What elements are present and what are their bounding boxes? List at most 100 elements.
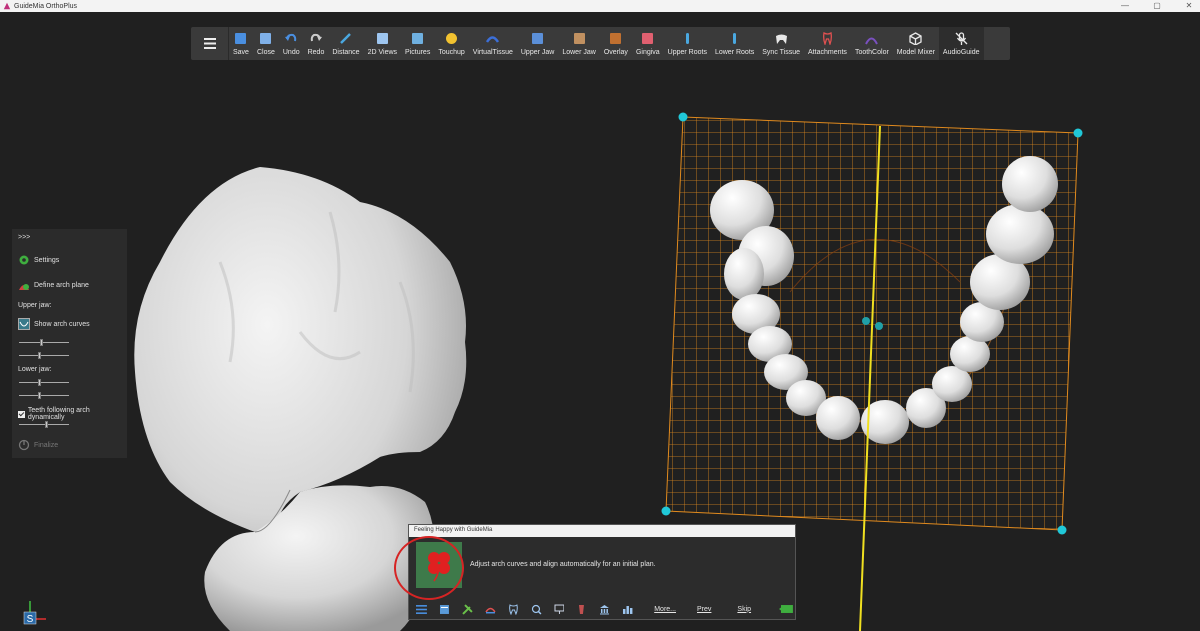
- toolbar-label: Upper Jaw: [520, 49, 555, 56]
- toolbar-virtual-tissue-button[interactable]: VirtualTissue: [469, 27, 517, 60]
- list-icon[interactable]: [416, 604, 427, 615]
- popup-navigation-bar: More... Prev Skip: [409, 599, 795, 619]
- toolbar-label: Attachments: [808, 49, 847, 56]
- next-slide-icon[interactable]: [779, 603, 795, 615]
- popup-title: Feeling Happy with GuideMia: [409, 525, 795, 537]
- upper-jaw-label: Upper jaw:: [18, 302, 52, 309]
- slider-knob[interactable]: [40, 339, 44, 346]
- close-file-icon: [260, 33, 272, 44]
- chart-icon[interactable]: [622, 604, 633, 615]
- settings-button[interactable]: Settings: [18, 254, 59, 266]
- toolbar-pictures-button[interactable]: Pictures: [401, 27, 434, 60]
- more-link[interactable]: More...: [654, 606, 676, 613]
- virtual-tissue-icon: [486, 36, 500, 43]
- teeth-following-checkbox[interactable]: Teeth following arch dynamically: [18, 407, 127, 421]
- presentation-icon[interactable]: [554, 604, 565, 615]
- arch-curve-icon: [18, 318, 30, 330]
- toolbar-upper-roots-button[interactable]: Upper Roots: [664, 27, 711, 60]
- show-arch-curves-label: Show arch curves: [34, 320, 90, 328]
- search-tooth-icon[interactable]: [531, 604, 542, 615]
- close-window-button[interactable]: ✕: [1184, 0, 1194, 12]
- toolbar-audio-guide-button[interactable]: AudioGuide: [938, 27, 984, 60]
- toolbar-label: Redo: [307, 49, 325, 56]
- toolbar-sync-tissue-button[interactable]: Sync Tissue: [758, 27, 804, 60]
- ruler-icon: [340, 33, 352, 44]
- toolbar-lower-roots-button[interactable]: Lower Roots: [711, 27, 758, 60]
- toolbar-label: Distance: [332, 49, 360, 56]
- lower-arch-slider-1[interactable]: [19, 379, 69, 386]
- tools-icon[interactable]: [462, 603, 473, 615]
- axis-gizmo-icon[interactable]: S: [20, 597, 50, 627]
- lower-arch-slider-2[interactable]: [19, 392, 69, 399]
- gingiva-icon: [642, 33, 654, 44]
- sync-tissue-icon: [775, 34, 787, 44]
- slider-knob[interactable]: [37, 352, 41, 359]
- checkbox-checked[interactable]: [18, 410, 25, 418]
- toolbar-label: Sync Tissue: [762, 49, 801, 56]
- slider-knob[interactable]: [37, 392, 41, 399]
- toolbar-label: Upper Roots: [667, 49, 707, 56]
- 2d-views-icon: [376, 33, 388, 44]
- toolbar-save-button[interactable]: Save: [229, 27, 253, 60]
- gizmo-label: S: [27, 614, 34, 625]
- slider-knob[interactable]: [37, 379, 41, 386]
- arch-plane-icon: [19, 284, 29, 290]
- toolbar-tooth-color-button[interactable]: ToothColor: [851, 27, 893, 60]
- toolbar-upper-jaw-button[interactable]: Upper Jaw: [517, 27, 558, 60]
- maximize-button[interactable]: ▢: [1152, 0, 1162, 12]
- window-title: GuideMia OrthoPlus: [14, 2, 78, 10]
- toolbar-label: Gingiva: [635, 49, 660, 56]
- 3d-viewport[interactable]: Save Close Undo Redo Distance 2D Views Picture…: [0, 12, 1200, 631]
- toolbar-model-mixer-button[interactable]: Model Mixer: [893, 27, 939, 60]
- arch-center-handle-2[interactable]: [875, 322, 883, 330]
- slider-knob[interactable]: [44, 421, 48, 428]
- toolbar-undo-button[interactable]: Undo: [279, 27, 304, 60]
- book-icon[interactable]: [439, 604, 450, 615]
- toolbar-redo-button[interactable]: Redo: [304, 27, 329, 60]
- toolbar-attachments-button[interactable]: Attachments: [804, 27, 851, 60]
- grid-handle-top-left[interactable]: [678, 112, 688, 122]
- define-arch-plane-label: Define arch plane: [34, 281, 89, 289]
- toolbar-ruler-button[interactable]: Distance: [328, 27, 363, 60]
- arch-icon[interactable]: [485, 604, 496, 615]
- toolbar-label: Overlay: [603, 49, 628, 56]
- main-toolbar: Save Close Undo Redo Distance 2D Views Picture…: [191, 27, 1010, 60]
- skip-link[interactable]: Skip: [737, 606, 751, 613]
- lower-jaw-label: Lower jaw:: [18, 366, 52, 373]
- lower-jaw-icon: [573, 33, 585, 44]
- implant-icon[interactable]: [576, 604, 587, 615]
- toolbar-label: Touchup: [438, 49, 465, 56]
- upper-arch-slider-2[interactable]: [19, 352, 69, 359]
- arch-center-handle-1[interactable]: [862, 317, 870, 325]
- grid-handle-bottom-right[interactable]: [1057, 525, 1067, 535]
- panel-expand-toggle[interactable]: >>>: [18, 234, 30, 241]
- teeth-following-slider[interactable]: [19, 421, 69, 428]
- tooth-icon[interactable]: [508, 603, 519, 615]
- tooth-color-icon: [865, 37, 879, 45]
- toolbar-2d-views-button[interactable]: 2D Views: [364, 27, 401, 60]
- finalize-button[interactable]: Finalize: [18, 439, 58, 451]
- grid-handle-bottom-left[interactable]: [661, 506, 671, 516]
- show-arch-curves-button[interactable]: Show arch curves: [18, 318, 90, 330]
- bank-icon[interactable]: [599, 604, 610, 615]
- prev-link[interactable]: Prev: [697, 606, 711, 613]
- minimize-button[interactable]: —: [1120, 0, 1130, 12]
- toolbar-close-file-button[interactable]: Close: [253, 27, 279, 60]
- grid-handle-top-right[interactable]: [1073, 128, 1083, 138]
- toolbar-label: Undo: [282, 49, 300, 56]
- hamburger-menu-button[interactable]: [191, 27, 229, 60]
- hamburger-icon: [203, 38, 216, 49]
- toolbar-label: Save: [233, 49, 249, 56]
- highlight-circle: [394, 536, 464, 600]
- attachments-icon: [822, 32, 832, 45]
- redo-icon: [311, 33, 323, 42]
- toolbar-lower-jaw-button[interactable]: Lower Jaw: [558, 27, 599, 60]
- define-arch-plane-button[interactable]: Define arch plane: [18, 279, 89, 291]
- toolbar-gingiva-button[interactable]: Gingiva: [632, 27, 664, 60]
- toolbar-overlay-button[interactable]: Overlay: [600, 27, 632, 60]
- upper-arch-slider-1[interactable]: [19, 339, 69, 346]
- tutorial-popup: Feeling Happy with GuideMia Adjust arch …: [408, 524, 796, 620]
- toolbar-touchup-button[interactable]: Touchup: [434, 27, 468, 60]
- finalize-label: Finalize: [34, 441, 59, 449]
- audio-guide-icon: [955, 32, 968, 45]
